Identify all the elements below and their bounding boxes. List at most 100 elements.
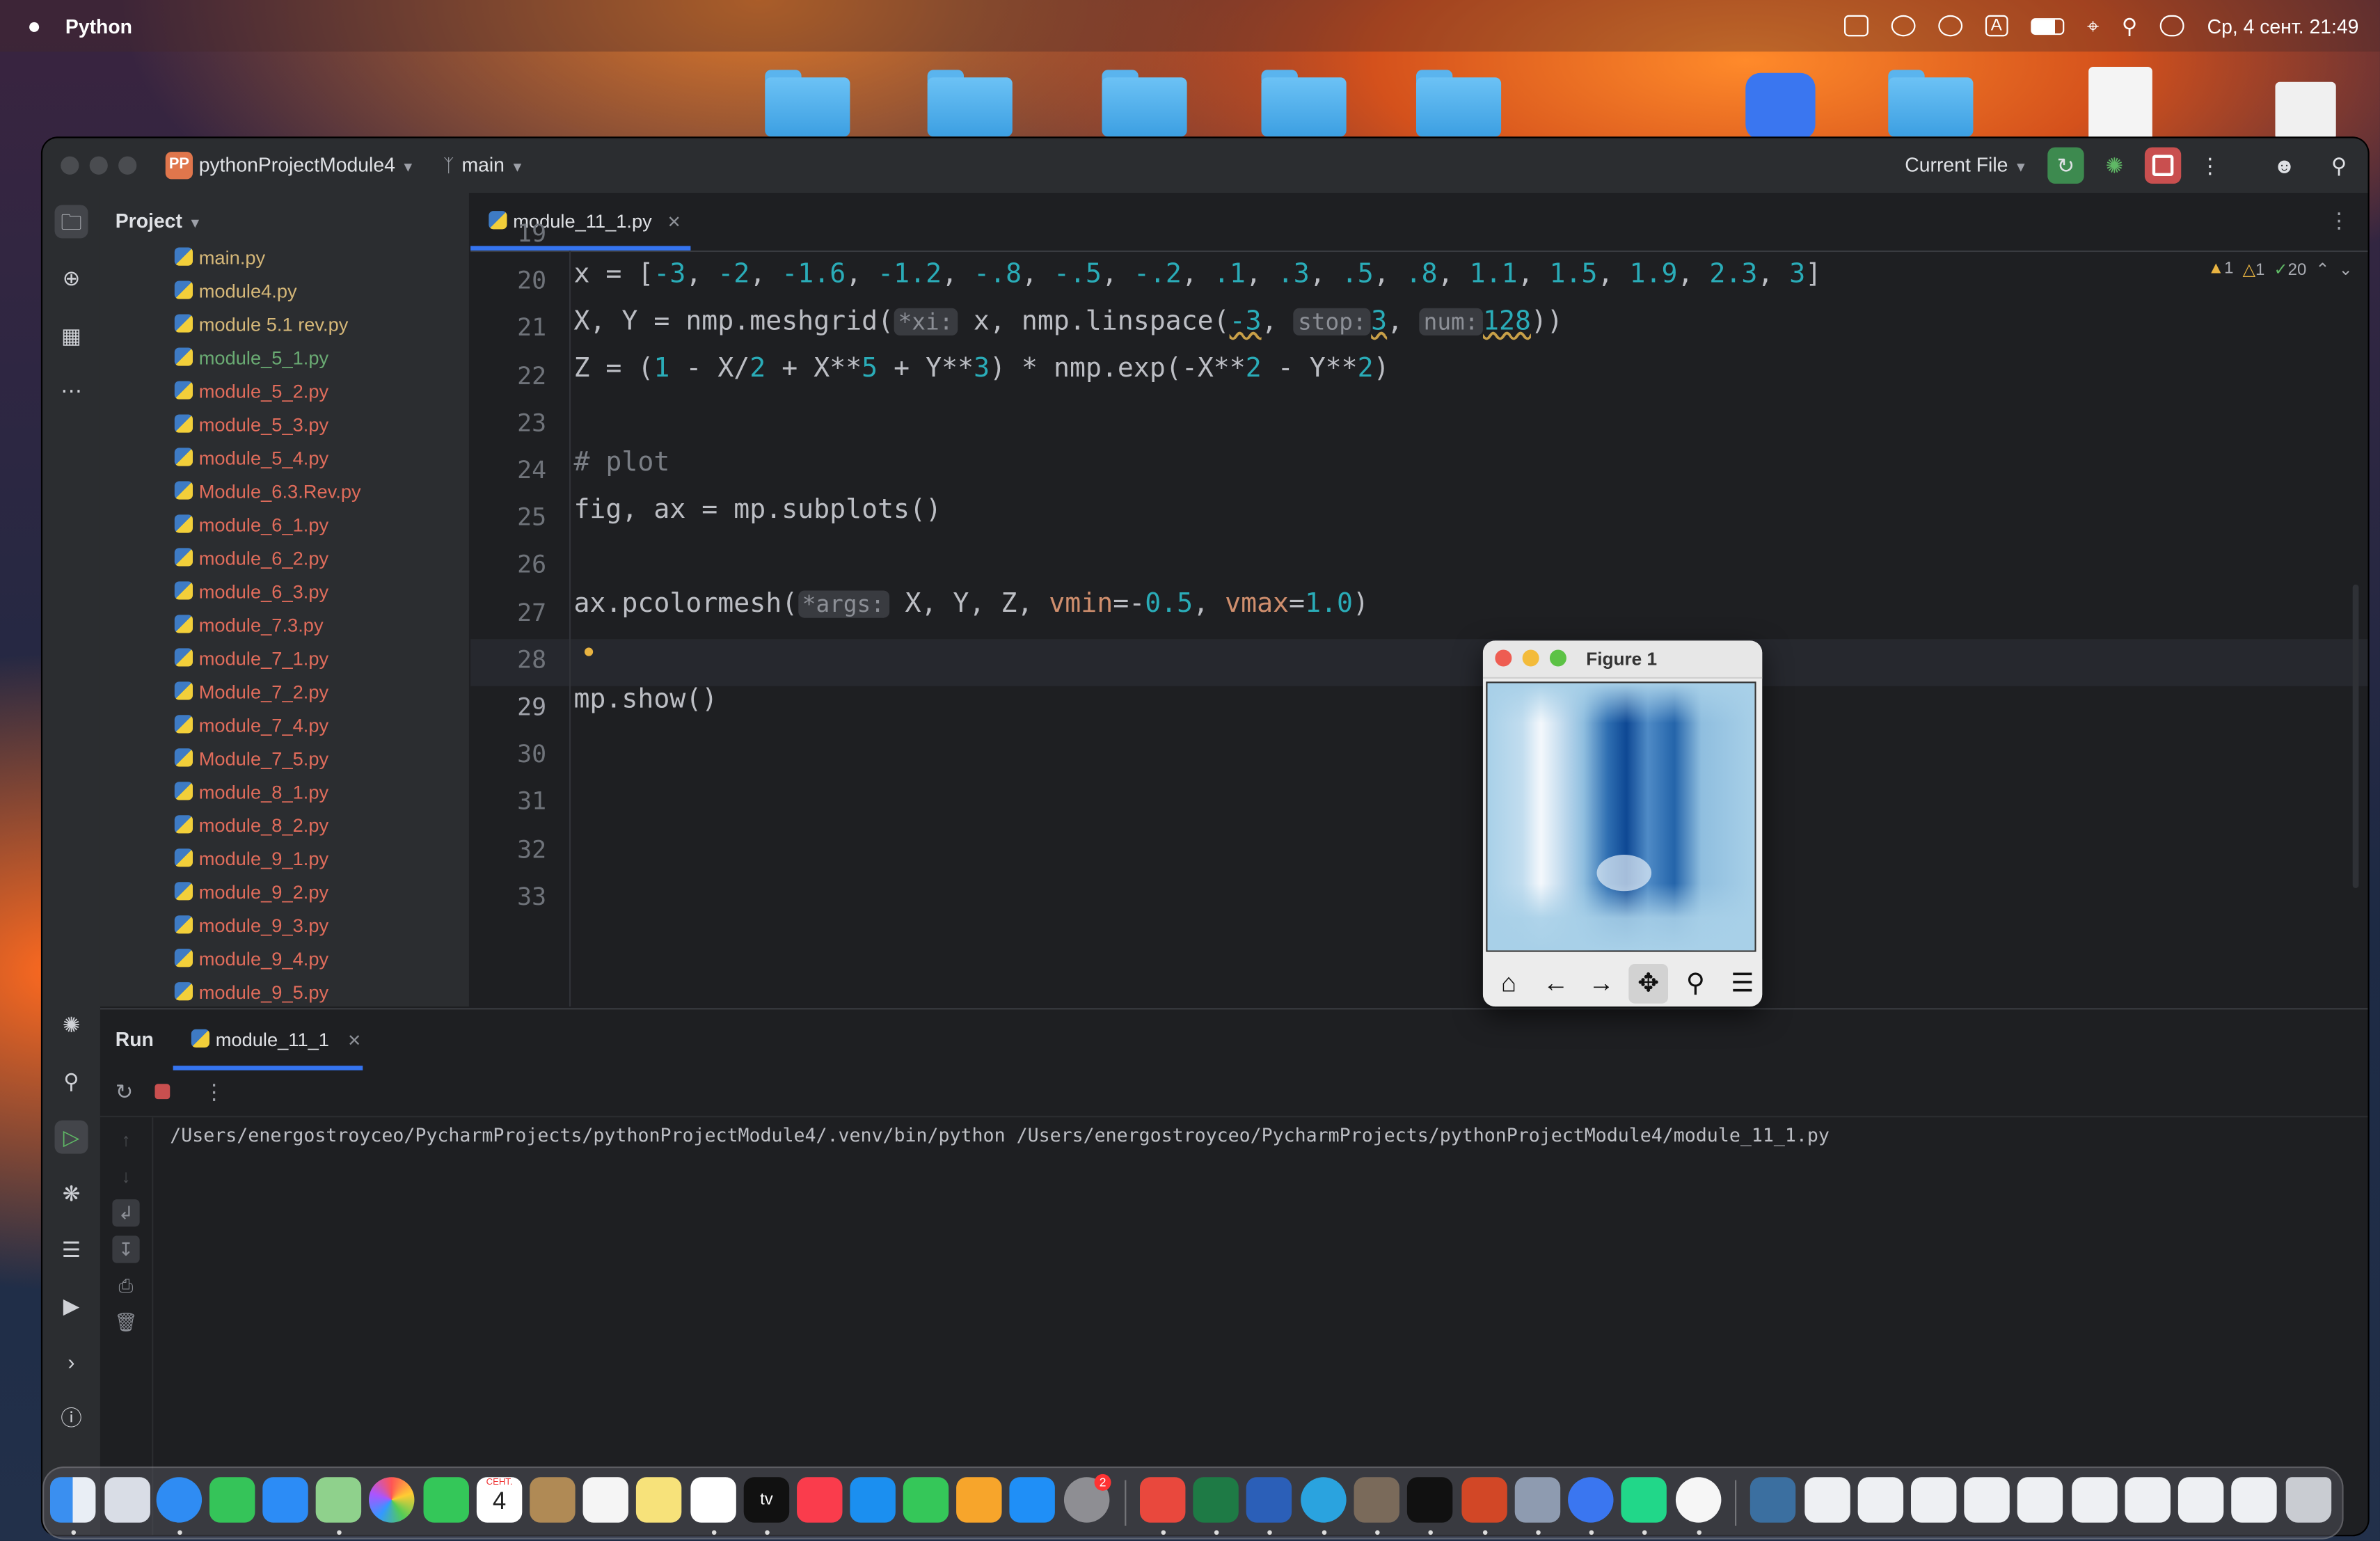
console-output[interactable]: /Users/energostroyceo/PycharmProjects/py… (170, 1125, 1830, 1146)
file-tree-item[interactable]: module_6_2.py (174, 542, 328, 576)
zoom-icon[interactable]: ⚲ (1676, 964, 1715, 1004)
project-folder-icon[interactable]: 🗀 (54, 205, 88, 239)
desktop-folder-icon[interactable] (1261, 70, 1347, 137)
find-icon[interactable]: ⚲ (55, 1064, 88, 1098)
code-area[interactable]: x = [-3, -2, -1.6, -1.2, -.8, -.5, -.2, … (573, 251, 2365, 1006)
desktop-folder-icon[interactable] (1415, 70, 1502, 137)
reminders-icon[interactable] (582, 1477, 628, 1523)
file-tree-item[interactable]: module 5.1 rev.py (174, 308, 348, 342)
freeform-icon[interactable] (690, 1477, 736, 1523)
close-window-button[interactable] (61, 156, 79, 175)
telegram-icon[interactable] (1301, 1477, 1347, 1523)
editor-options-icon[interactable]: ⋮ (2329, 208, 2350, 234)
desktop-folder-icon[interactable] (1888, 70, 1974, 137)
services-icon[interactable]: ▶ (55, 1289, 88, 1322)
rerun-icon[interactable]: ↻ (116, 1080, 134, 1105)
file-tree-item[interactable]: module_9_2.py (174, 876, 328, 909)
document-thumbnail-icon[interactable] (2231, 1477, 2277, 1523)
preview-icon[interactable] (1514, 1477, 1561, 1523)
terminal-icon[interactable]: › (55, 1345, 88, 1378)
finder-icon[interactable] (49, 1477, 96, 1523)
close-tab-icon[interactable]: ✕ (347, 1032, 361, 1050)
mail-icon[interactable] (262, 1477, 308, 1523)
document-thumbnail-icon[interactable] (2177, 1477, 2224, 1523)
document-thumbnail-icon[interactable] (1857, 1477, 1904, 1523)
run-tool-icon[interactable]: ▷ (54, 1120, 88, 1154)
wifi-icon[interactable]: ⌖ (2087, 13, 2099, 39)
pcolormesh-plot[interactable] (1486, 681, 1756, 952)
debug-tool-icon[interactable]: ✺ (55, 1008, 88, 1041)
downloads-stack-icon[interactable] (1750, 1477, 1796, 1523)
file-tree-item[interactable]: Module_6.3.Rev.py (174, 475, 361, 509)
code-with-me-icon[interactable]: ☻ (2266, 148, 2302, 184)
editor-scrollbar[interactable] (2352, 584, 2359, 888)
forward-arrow-icon[interactable]: → (1582, 964, 1621, 1004)
desktop-folder-icon[interactable] (1102, 70, 1187, 137)
document-thumbnail-icon[interactable] (1911, 1477, 1957, 1523)
app-store-icon[interactable] (1009, 1477, 1055, 1523)
file-tree-item[interactable]: module_5_2.py (174, 375, 328, 409)
apple-icon[interactable]: ● (27, 13, 41, 39)
document-thumbnail-icon[interactable] (2125, 1477, 2171, 1523)
problems-icon[interactable]: ⓘ (55, 1401, 88, 1435)
print-icon[interactable]: ⎙ (112, 1272, 139, 1299)
configure-subplots-icon[interactable]: ☰ (1723, 964, 1763, 1004)
file-tree-item[interactable]: module_8_2.py (174, 809, 328, 843)
minimize-window-button[interactable] (1522, 649, 1539, 667)
file-tree-item[interactable]: module_7.3.py (174, 609, 324, 642)
file-tree-item[interactable]: module_9_4.py (174, 942, 328, 976)
spotlight-search-icon[interactable]: ⚲ (2122, 13, 2137, 39)
file-tree-item[interactable]: module_9_1.py (174, 843, 328, 876)
file-tree-item[interactable]: module_5_3.py (174, 409, 328, 442)
document-thumbnail-icon[interactable] (1964, 1477, 2010, 1523)
signal-icon[interactable] (1568, 1477, 1614, 1523)
more-actions-icon[interactable]: ⋮ (2192, 148, 2228, 184)
pan-icon[interactable]: ✥ (1628, 963, 1669, 1004)
file-tree-item[interactable]: module_9_5.py (174, 976, 328, 1006)
file-tree-item[interactable]: module_5_4.py (174, 442, 328, 475)
pages-icon[interactable] (956, 1477, 1002, 1523)
close-tab-icon[interactable]: ✕ (667, 214, 681, 232)
close-window-button[interactable] (1495, 649, 1512, 667)
document-thumbnail-icon[interactable] (1804, 1477, 1850, 1523)
pdf-app-icon[interactable] (1140, 1477, 1186, 1523)
file-tree-item[interactable]: module_9_3.py (174, 909, 328, 942)
desktop-signal-app-icon[interactable] (1745, 72, 1816, 140)
launchpad-icon[interactable] (104, 1477, 150, 1523)
stop-icon[interactable] (154, 1084, 170, 1100)
run-tab[interactable]: module_11_1 ✕ (191, 1009, 361, 1071)
contacts-icon[interactable] (530, 1477, 576, 1523)
project-selector[interactable]: pythonProjectModule4 ▼ (199, 138, 415, 193)
more-run-actions-icon[interactable]: ⋮ (203, 1080, 225, 1105)
notes-icon[interactable] (635, 1477, 682, 1523)
document-thumbnail-icon[interactable] (2072, 1477, 2118, 1523)
python-launcher-icon[interactable] (1354, 1477, 1399, 1523)
file-tree-item[interactable]: module_7_4.py (174, 709, 328, 743)
structure-icon[interactable]: ▦ (55, 319, 88, 352)
commit-icon[interactable]: ⊕ (55, 261, 88, 294)
input-source-indicator[interactable]: A (1985, 15, 2008, 37)
facetime-icon[interactable] (423, 1477, 469, 1523)
zoom-window-button[interactable] (1549, 649, 1566, 667)
menubar-clock[interactable]: Ср, 4 сент. 21:49 (2207, 15, 2359, 38)
minimize-window-button[interactable] (89, 156, 108, 175)
file-tree-item[interactable]: module_8_1.py (174, 776, 328, 809)
soft-wrap-icon[interactable]: ↲ (112, 1199, 140, 1227)
desktop-archive-icon[interactable] (2275, 81, 2336, 140)
word-icon[interactable] (1246, 1477, 1292, 1523)
lightbulb-icon[interactable]: ● (583, 639, 595, 662)
control-center-icon[interactable] (2159, 15, 2184, 37)
more-tool-windows-icon[interactable]: ⋯ (55, 374, 88, 407)
telegram-status-icon[interactable] (1890, 15, 1915, 37)
pycharm-icon[interactable] (1621, 1477, 1667, 1523)
file-tree-item[interactable]: module_6_3.py (174, 576, 328, 609)
file-tree-item[interactable]: module_5_1.py (174, 342, 328, 375)
maps-icon[interactable] (315, 1477, 362, 1523)
debug-bug-icon[interactable]: ✺ (2096, 148, 2132, 184)
user-status-icon[interactable] (1937, 15, 1962, 37)
file-tree-item[interactable]: Module_7_2.py (174, 676, 328, 709)
photos-icon[interactable] (369, 1477, 415, 1523)
screen-mirroring-icon[interactable] (1843, 15, 1869, 37)
calendar-icon[interactable]: СЕНТ. 4 (476, 1477, 523, 1523)
file-tree-item[interactable]: module_7_1.py (174, 642, 328, 676)
